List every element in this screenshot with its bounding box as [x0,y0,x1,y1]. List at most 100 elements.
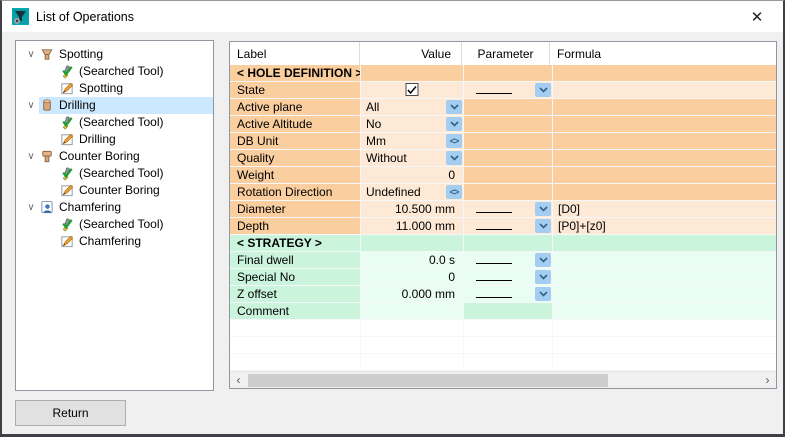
parameter-placeholder-line [476,280,512,281]
scroll-right-icon[interactable]: › [759,372,776,389]
combo-switch-icon[interactable]: <> [446,185,462,199]
formula-cell-special-no[interactable] [553,269,776,285]
edit-operation-icon [59,81,75,96]
value-cell-comment[interactable] [361,303,463,319]
scrollbar-thumb[interactable] [248,374,608,387]
dropdown-icon[interactable] [446,151,462,165]
combo-switch-icon[interactable]: <> [446,134,462,148]
tree-group-spotting[interactable]: ∨ Spotting [16,46,213,63]
formula-cell-rotation-direction [553,184,776,200]
field-row-final-dwell: Final dwell0.0 s [230,252,776,268]
tree-item-label: Drilling [79,131,116,148]
value-cell-active-plane[interactable]: All [361,99,463,115]
section-header-label: < STRATEGY > [230,235,360,251]
field-row-special-no: Special No0 [230,269,776,285]
horizontal-scrollbar[interactable]: ‹ › [230,371,776,388]
dropdown-icon[interactable] [446,117,462,131]
field-row-db-unit: DB UnitMm<> [230,133,776,149]
empty-cell [553,337,776,353]
searched-tool-icon [59,217,75,232]
value-cell-final-dwell[interactable]: 0.0 s [361,252,463,268]
scroll-left-icon[interactable]: ‹ [230,372,247,389]
dropdown-icon[interactable] [535,219,551,233]
row-label: Active plane [230,99,360,115]
parameter-placeholder-line [476,297,512,298]
row-label: DB Unit [230,133,360,149]
tree-item-drilling[interactable]: Drilling [16,131,213,148]
tree-item-counter-boring[interactable]: Counter Boring [16,182,213,199]
tree-item-chamfering[interactable]: Chamfering [16,233,213,250]
searched-tool-icon [59,115,75,130]
value-cell-depth[interactable]: 11.000 mm [361,218,463,234]
value-cell-special-no[interactable]: 0 [361,269,463,285]
parameter-cell-active-plane [464,99,552,115]
parameter-cell-state[interactable] [464,82,552,98]
value-cell-db-unit[interactable]: Mm<> [361,133,463,149]
parameter-cell-diameter[interactable] [464,201,552,217]
chevron-expand-icon[interactable]: ∨ [23,199,39,216]
section-header-cell [464,235,552,251]
parameter-cell-final-dwell[interactable] [464,252,552,268]
value-cell-diameter[interactable]: 10.500 mm [361,201,463,217]
operations-tree: ∨Spotting(Searched Tool)Spotting∨Drillin… [15,40,214,391]
parameter-cell-quality [464,150,552,166]
tree-group-chamfering[interactable]: ∨Chamfering [16,199,213,216]
empty-row [230,354,776,370]
parameter-cell-special-no[interactable] [464,269,552,285]
row-label: Z offset [230,286,360,302]
dropdown-icon[interactable] [535,83,551,97]
value-cell-z-offset[interactable]: 0.000 mm [361,286,463,302]
value-cell-active-altitude[interactable]: No [361,116,463,132]
parameter-placeholder-line [476,229,512,230]
field-row-depth: Depth11.000 mm[P0]+[z0] [230,218,776,234]
row-label: Special No [230,269,360,285]
column-header-value: Value [360,42,462,65]
empty-cell [464,337,552,353]
chevron-expand-icon[interactable]: ∨ [23,46,39,63]
value-cell-state[interactable] [361,82,463,98]
tree-group-label: Spotting [59,46,103,63]
field-row-state: State [230,82,776,98]
tree-item-searched-tool[interactable]: (Searched Tool) [16,114,213,131]
close-icon[interactable]: ✕ [737,1,777,32]
empty-row [230,337,776,353]
formula-cell-final-dwell[interactable] [553,252,776,268]
dropdown-icon[interactable] [535,253,551,267]
dropdown-icon[interactable] [446,100,462,114]
formula-cell-active-plane [553,99,776,115]
value-cell-weight[interactable]: 0 [361,167,463,183]
state-checkbox[interactable] [406,83,419,96]
formula-cell-depth[interactable]: [P0]+[z0] [553,218,776,234]
value-cell-quality[interactable]: Without [361,150,463,166]
formula-cell-active-altitude [553,116,776,132]
section-row: < STRATEGY > [230,235,776,251]
chevron-expand-icon[interactable]: ∨ [23,148,39,165]
section-header-cell [464,65,552,81]
formula-cell-z-offset[interactable] [553,286,776,302]
return-button[interactable]: Return [15,400,126,426]
dropdown-icon[interactable] [535,270,551,284]
tree-item-searched-tool[interactable]: (Searched Tool) [16,216,213,233]
formula-cell-db-unit [553,133,776,149]
dropdown-icon[interactable] [535,287,551,301]
formula-cell-weight [553,167,776,183]
formula-cell-diameter[interactable]: [D0] [553,201,776,217]
tree-item-spotting[interactable]: Spotting [16,80,213,97]
edit-operation-icon [59,234,75,249]
tree-group-counter-boring[interactable]: ∨Counter Boring [16,148,213,165]
row-label: State [230,82,360,98]
chamfering-tool-icon [39,200,55,215]
formula-cell-state[interactable] [553,82,776,98]
tree-item-searched-tool[interactable]: (Searched Tool) [16,165,213,182]
tree-item-label: Chamfering [79,233,141,250]
dropdown-icon[interactable] [535,202,551,216]
parameter-placeholder-line [476,93,512,94]
tree-group-drilling[interactable]: ∨Drilling [16,97,213,114]
tree-item-searched-tool[interactable]: (Searched Tool) [16,63,213,80]
value-cell-rotation-direction[interactable]: Undefined<> [361,184,463,200]
section-row: < HOLE DEFINITION > [230,65,776,81]
chevron-expand-icon[interactable]: ∨ [23,97,39,114]
parameter-cell-z-offset[interactable] [464,286,552,302]
formula-cell-comment[interactable] [553,303,776,319]
parameter-cell-depth[interactable] [464,218,552,234]
